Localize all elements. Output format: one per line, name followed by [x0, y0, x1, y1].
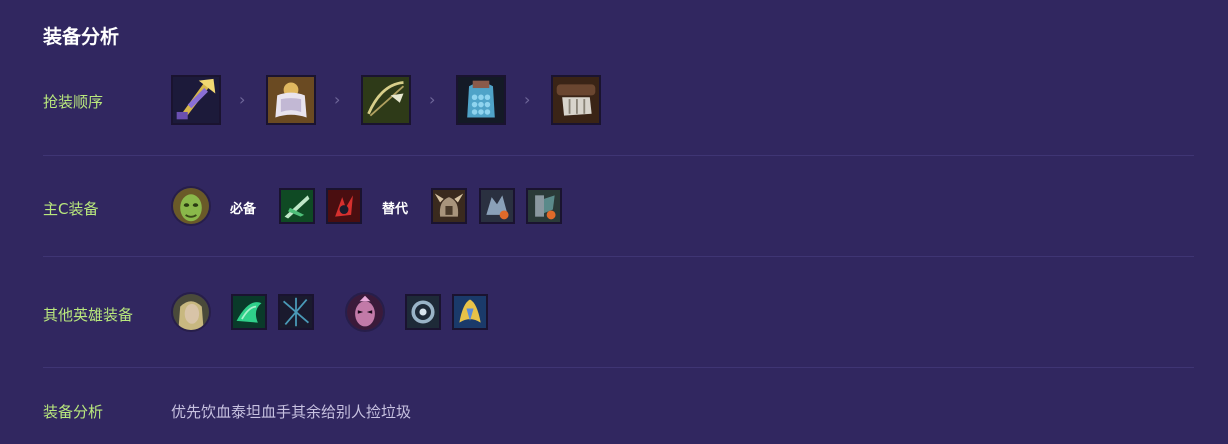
- analysis-label: 装备分析: [43, 403, 104, 421]
- chain-vest-item-icon[interactable]: [456, 75, 506, 125]
- bow-item-icon[interactable]: [361, 75, 411, 125]
- section-title: 装备分析: [43, 26, 120, 48]
- main-c-label: 主C装备: [43, 200, 99, 218]
- green-wing-item-icon[interactable]: [231, 294, 267, 330]
- battle-gear-item-icon[interactable]: [526, 188, 562, 224]
- row-divider: [43, 256, 1194, 257]
- analysis-text: 优先饮血泰坦血手其余给别人捡垃圾: [171, 403, 412, 421]
- white-cloak-item-icon[interactable]: [266, 75, 316, 125]
- red-claw-item-icon[interactable]: [326, 188, 362, 224]
- alternative-label: 替代: [382, 202, 409, 217]
- blonde-champion-portrait-icon[interactable]: [171, 292, 211, 332]
- chevron-right-icon: ›: [239, 90, 246, 109]
- golden-crest-item-icon[interactable]: [452, 294, 488, 330]
- chevron-right-icon: ›: [334, 90, 341, 109]
- row-divider: [43, 155, 1194, 156]
- required-label: 必备: [230, 202, 257, 217]
- silver-orb-item-icon[interactable]: [405, 294, 441, 330]
- chevron-right-icon: ›: [524, 90, 531, 109]
- dark-web-item-icon[interactable]: [278, 294, 314, 330]
- green-champion-portrait-icon[interactable]: [171, 186, 211, 226]
- masked-champion-portrait-icon[interactable]: [345, 292, 385, 332]
- chevron-right-icon: ›: [429, 90, 436, 109]
- others-label: 其他英雄装备: [43, 306, 134, 324]
- spiked-armor-item-icon[interactable]: [479, 188, 515, 224]
- row-divider: [43, 367, 1194, 368]
- horned-helm-item-icon[interactable]: [431, 188, 467, 224]
- green-blade-item-icon[interactable]: [279, 188, 315, 224]
- gauntlet-item-icon[interactable]: [551, 75, 601, 125]
- build-order-label: 抢装顺序: [43, 93, 104, 111]
- golden-spear-item-icon[interactable]: [171, 75, 221, 125]
